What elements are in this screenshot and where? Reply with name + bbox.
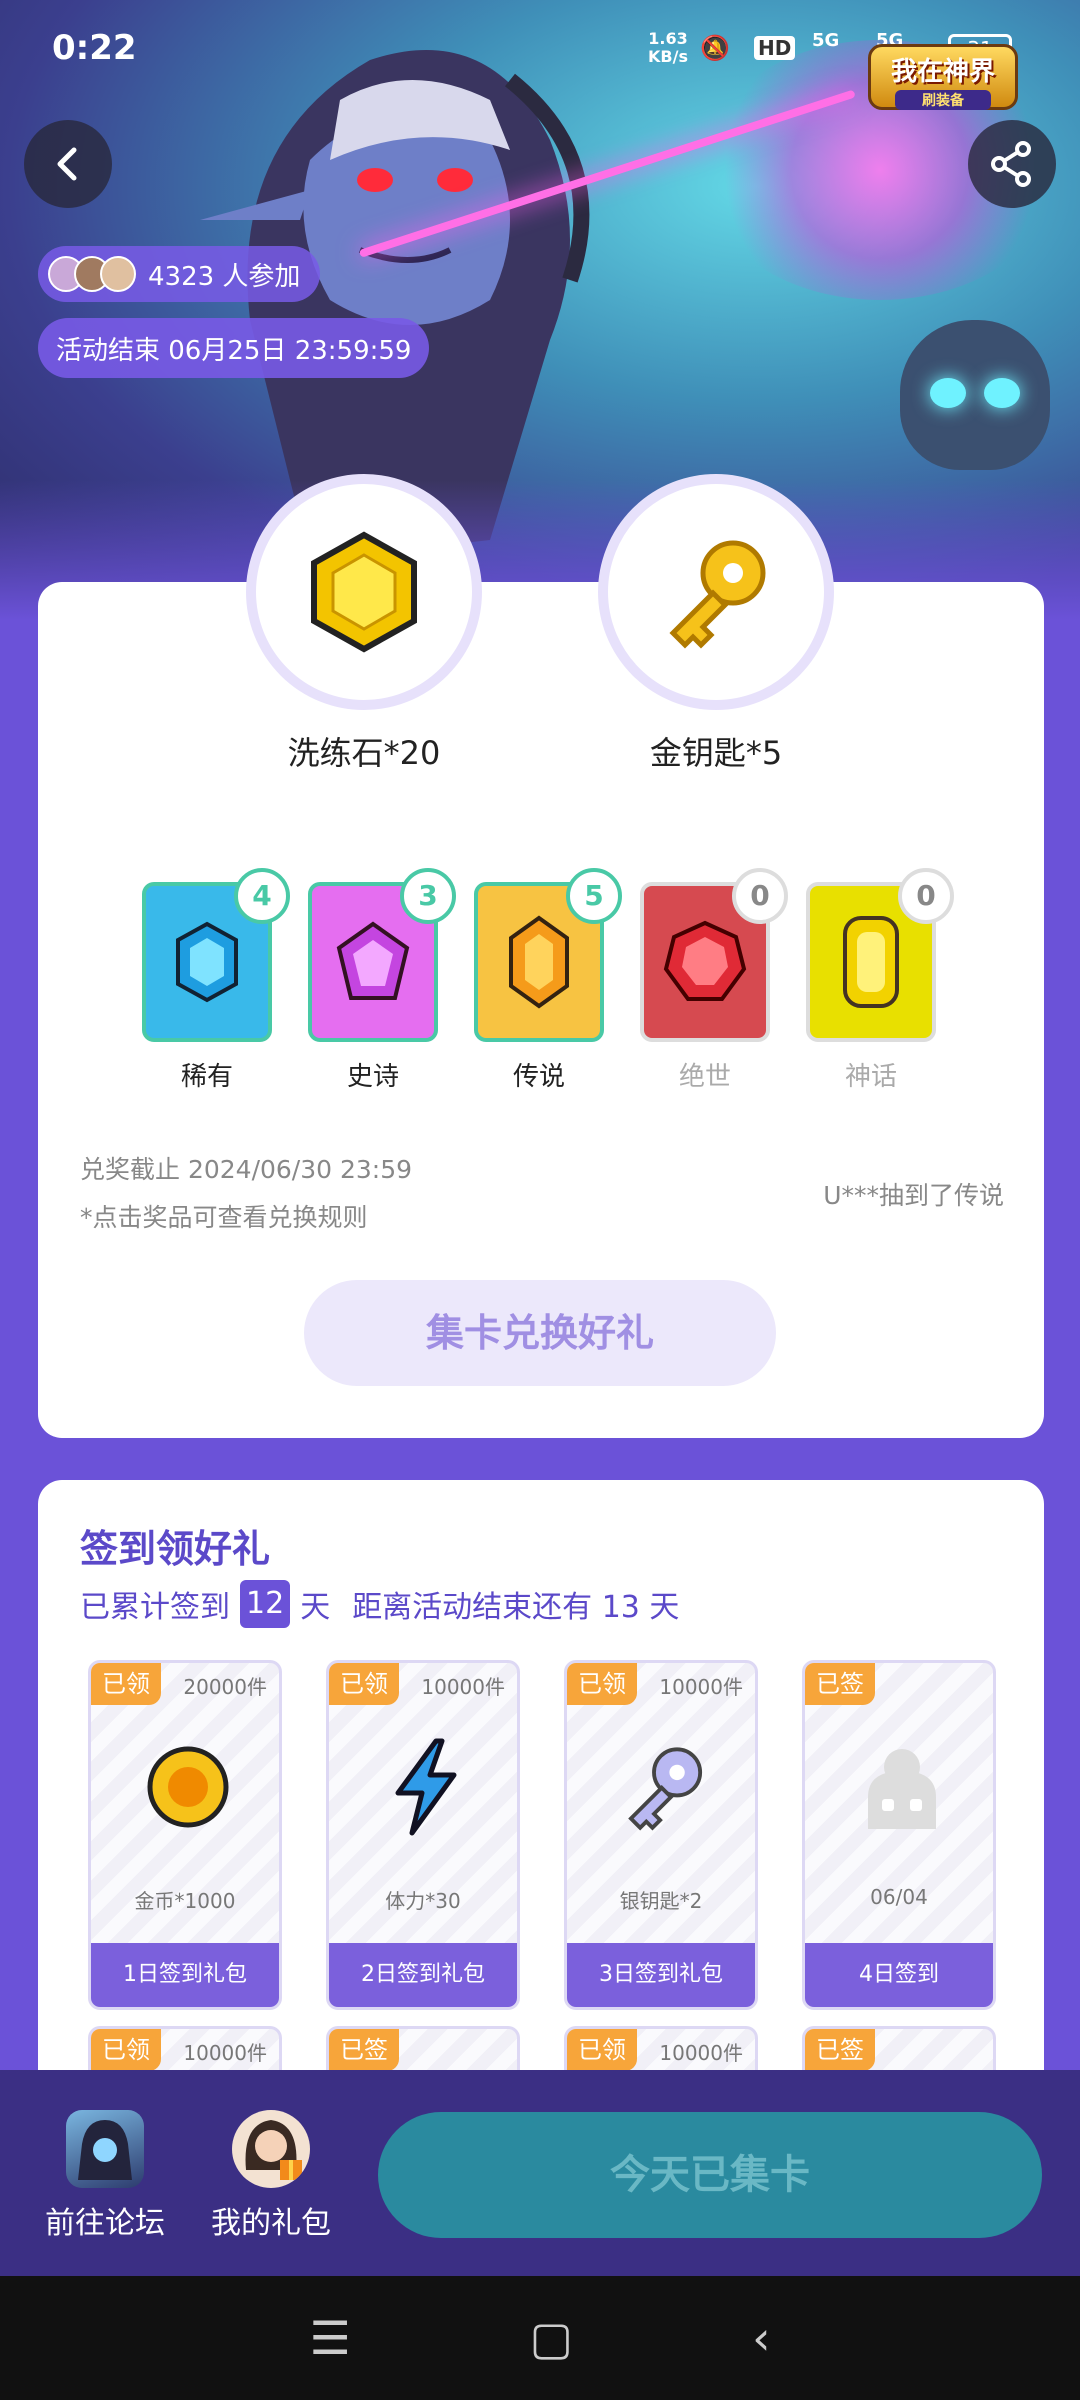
card-epic[interactable]: 3 史诗	[308, 868, 456, 1093]
signin-reward-day4[interactable]: 已签 06/04 4日签到	[802, 1660, 996, 2010]
stock-count: 10000件	[421, 1675, 505, 1699]
card-label: 神话	[844, 1062, 897, 1092]
card-label: 绝世	[678, 1062, 731, 1092]
remaining-days: 距离活动结束还有 13 天	[352, 1590, 680, 1625]
network-speed: 1.63 KB/s	[648, 29, 688, 66]
reward-footer: 2日签到礼包	[329, 1943, 517, 2007]
back-button[interactable]	[24, 120, 112, 208]
participant-count: 4323 人参加	[148, 261, 301, 292]
prize-item-1[interactable]	[246, 474, 482, 710]
system-nav-bar: ☰ ▢ ‹	[0, 2276, 1080, 2400]
card-peerless[interactable]: 0 绝世	[640, 868, 788, 1093]
today-collected-button[interactable]: 今天已集卡	[378, 2112, 1042, 2238]
my-gifts-label: 我的礼包	[211, 2206, 331, 2241]
reward-name: 金币*1000	[134, 1889, 236, 1913]
home-icon[interactable]: ▢	[530, 2311, 573, 2365]
back-nav-icon[interactable]: ‹	[752, 2311, 770, 2365]
reward-footer: 4日签到	[805, 1943, 993, 2007]
purple-gem-icon	[336, 921, 410, 1000]
event-end-time: 活动结束 06月25日 23:59:59	[38, 318, 430, 378]
chevron-left-icon	[57, 147, 77, 181]
card-count-badge: 0	[732, 868, 788, 924]
hexagon-gem-icon	[311, 531, 417, 653]
signin-panel: 签到领好礼 已累计签到 12 天 距离活动结束还有 13 天 已领 20000件…	[38, 1480, 1044, 2120]
red-gem-icon	[663, 920, 747, 1001]
claimed-tag: 已领	[329, 1663, 399, 1705]
blue-gem-icon	[176, 921, 238, 1003]
card-label: 史诗	[346, 1062, 399, 1092]
prize-item-2[interactable]	[598, 474, 834, 710]
signin-title: 签到领好礼	[80, 1527, 271, 1571]
signin-day-count: 12	[240, 1580, 291, 1628]
claimed-tag: 已领	[567, 2029, 637, 2071]
mascot-icon	[868, 1749, 936, 1829]
collect-redeem-button[interactable]: 集卡兑换好礼	[304, 1280, 776, 1386]
signed-tag: 已签	[805, 1663, 875, 1705]
signed-tag: 已签	[329, 2029, 399, 2071]
signin-summary: 已累计签到 12 天 距离活动结束还有 13 天	[80, 1580, 679, 1628]
winner-ticker: U***抽到了传说	[823, 1181, 1004, 1210]
gift-avatar-icon	[232, 2110, 310, 2188]
my-gifts-button[interactable]: 我的礼包	[196, 2110, 346, 2242]
card-label: 稀有	[180, 1062, 233, 1092]
card-rare[interactable]: 4 稀有	[142, 868, 290, 1093]
card-collection-row: 4 稀有 3 史诗 5 传说 0 绝世 0 神话	[140, 868, 954, 1093]
gold-key-icon	[669, 540, 766, 649]
stock-count: 10000件	[659, 1675, 743, 1699]
share-icon	[991, 141, 1031, 187]
signin-reward-day3[interactable]: 已领 10000件 银钥匙*2 3日签到礼包	[564, 1660, 758, 2010]
stock-count: 10000件	[659, 2041, 743, 2065]
participants-badge: 4323 人参加	[38, 246, 321, 302]
clock: 0:22	[52, 28, 137, 68]
reward-date: 06/04	[870, 1885, 928, 1909]
hd-icon: HD	[754, 36, 796, 60]
card-count-badge: 3	[400, 868, 456, 924]
share-button[interactable]	[968, 120, 1056, 208]
reward-name: 银钥匙*2	[619, 1889, 703, 1913]
skull-decoration	[900, 320, 1050, 470]
yellow-gem-icon	[843, 916, 899, 1008]
card-label: 传说	[512, 1062, 565, 1092]
prize-name-1: 洗练石*20	[287, 734, 441, 772]
signed-tag: 已签	[805, 2029, 875, 2071]
stock-count: 10000件	[183, 2041, 267, 2065]
card-count-badge: 0	[898, 868, 954, 924]
mute-icon: 🔕	[700, 34, 730, 62]
reward-footer: 3日签到礼包	[567, 1943, 755, 2007]
signin-reward-day1[interactable]: 已领 20000件 金币*1000 1日签到礼包	[88, 1660, 282, 2010]
participant-avatars	[48, 256, 136, 292]
forum-button[interactable]: 前往论坛	[30, 2110, 180, 2242]
bottom-action-bar: 前往论坛 我的礼包 今天已集卡	[0, 2070, 1080, 2276]
claimed-tag: 已领	[91, 2029, 161, 2071]
claimed-tag: 已领	[91, 1663, 161, 1705]
card-myth[interactable]: 0 神话	[806, 868, 954, 1093]
silver-key-icon	[628, 1747, 703, 1831]
card-legend[interactable]: 5 传说	[474, 868, 622, 1093]
signin-reward-day2[interactable]: 已领 10000件 体力*30 2日签到礼包	[326, 1660, 520, 2010]
forum-icon	[66, 2110, 144, 2188]
card-count-badge: 4	[234, 868, 290, 924]
signal-5g-icon: 5G	[812, 30, 840, 51]
game-logo: 我在神界 刷装备	[868, 44, 1018, 110]
redeem-deadline: 兑奖截止 2024/06/30 23:59	[80, 1155, 413, 1184]
redeem-rule-note: *点击奖品可查看兑换规则	[80, 1203, 368, 1232]
orange-gem-icon	[509, 915, 569, 1009]
card-count-badge: 5	[566, 868, 622, 924]
prize-name-2: 金钥匙*5	[649, 734, 783, 772]
coin-icon	[147, 1746, 229, 1828]
claimed-tag: 已领	[567, 1663, 637, 1705]
reward-name: 体力*30	[385, 1889, 461, 1913]
lightning-icon	[395, 1738, 457, 1836]
forum-label: 前往论坛	[45, 2206, 165, 2241]
menu-icon[interactable]: ☰	[309, 2311, 350, 2365]
reward-footer: 1日签到礼包	[91, 1943, 279, 2007]
stock-count: 20000件	[183, 1675, 267, 1699]
avatar	[100, 256, 136, 292]
